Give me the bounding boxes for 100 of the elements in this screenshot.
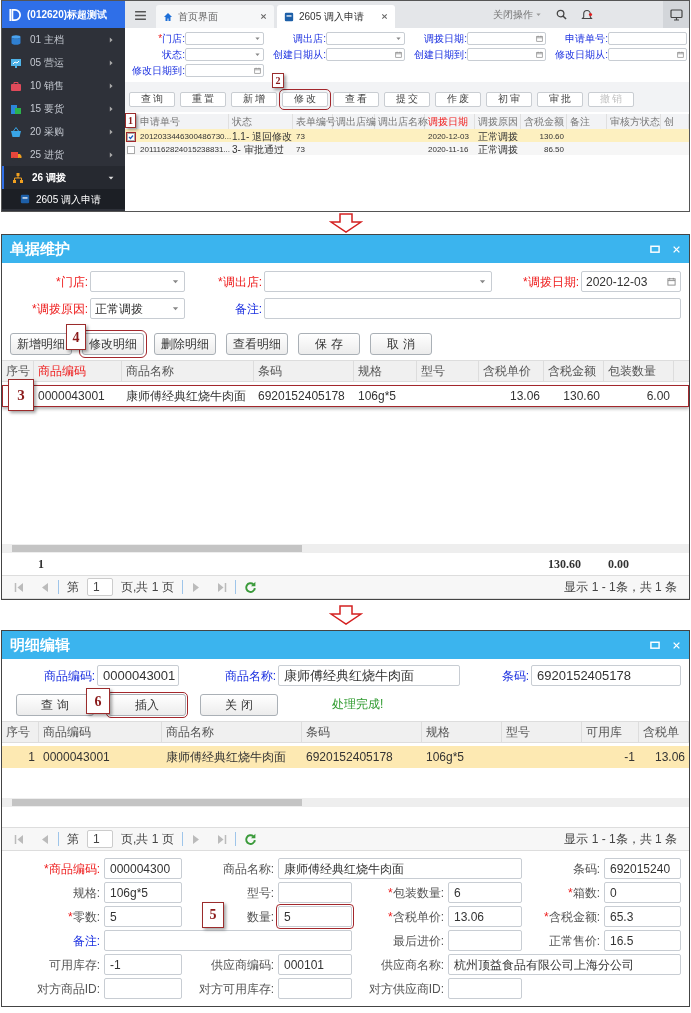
column-header[interactable]: 商品名称	[122, 361, 254, 381]
next-page-icon[interactable]	[190, 581, 201, 593]
maximize-icon[interactable]	[650, 640, 660, 650]
column-header[interactable]: 型号	[502, 722, 582, 742]
tab[interactable]: 首页界面	[156, 5, 274, 28]
text-field[interactable]: 0	[604, 882, 681, 903]
menu-item[interactable]: 25 进货	[2, 143, 125, 166]
page-number-field[interactable]: 1	[87, 578, 113, 596]
text-field[interactable]: 6920152405178	[531, 665, 681, 686]
menu-item[interactable]: 15 要货	[2, 97, 125, 120]
text-field[interactable]: -1	[104, 954, 182, 975]
action-button[interactable]: 修改明细	[82, 333, 144, 355]
text-field[interactable]: 杭州顶益食品有限公司上海分公司	[448, 954, 681, 975]
action-button[interactable]: 新增明细	[10, 333, 72, 355]
refresh-icon[interactable]	[243, 580, 257, 594]
toolbar-button[interactable]: 查 询	[129, 91, 175, 107]
menu-item[interactable]: 05 营运	[2, 51, 125, 74]
horizontal-scrollbar[interactable]	[2, 798, 689, 807]
previous-page-icon[interactable]	[40, 581, 50, 593]
action-button[interactable]: 取 消	[370, 333, 432, 355]
menu-item[interactable]: 01 主档	[2, 28, 125, 51]
text-field[interactable]: 692015240	[604, 858, 681, 879]
first-page-icon[interactable]	[14, 833, 24, 845]
text-field[interactable]: 康师傅经典红烧牛肉面	[278, 665, 460, 686]
toolbar-button[interactable]: 查 看	[333, 91, 379, 107]
last-page-icon[interactable]	[216, 581, 227, 593]
dropdown-field[interactable]	[185, 32, 264, 45]
text-field[interactable]: 康师傅经典红烧牛肉面	[278, 858, 522, 879]
close-icon[interactable]	[260, 13, 267, 20]
text-field[interactable]: 000101	[278, 954, 352, 975]
text-field[interactable]: 5	[278, 906, 352, 927]
last-page-icon[interactable]	[216, 833, 227, 845]
text-field[interactable]	[104, 930, 352, 951]
column-header[interactable]: 条码	[254, 361, 354, 381]
first-page-icon[interactable]	[14, 581, 24, 593]
dropdown-field[interactable]: 正常调拨	[90, 298, 185, 319]
toolbar-button[interactable]: 作 废	[435, 91, 481, 107]
previous-page-icon[interactable]	[40, 833, 50, 845]
dropdown-field[interactable]	[264, 271, 492, 292]
column-header[interactable]: 含税金额	[544, 361, 604, 381]
text-field[interactable]: 106g*5	[104, 882, 182, 903]
next-page-icon[interactable]	[190, 833, 201, 845]
menu-item[interactable]: 20 采购	[2, 120, 125, 143]
action-button[interactable]: 查看明细	[226, 333, 288, 355]
action-button[interactable]: 关 闭	[200, 694, 278, 716]
text-field[interactable]: 16.5	[604, 930, 681, 951]
column-header[interactable]: 含税单	[639, 722, 689, 742]
column-header[interactable]: 含税单价	[479, 361, 544, 381]
search-icon[interactable]	[556, 9, 567, 20]
text-field[interactable]	[278, 978, 352, 999]
text-field[interactable]	[448, 978, 522, 999]
date-field[interactable]	[185, 64, 264, 77]
text-field[interactable]: 000004300	[104, 858, 182, 879]
date-field[interactable]	[467, 48, 546, 61]
submenu-item[interactable]: 2605 调入申请	[2, 189, 125, 209]
menu-item[interactable]: 10 销售	[2, 74, 125, 97]
column-header[interactable]: 条码	[302, 722, 422, 742]
close-icon[interactable]	[381, 13, 388, 20]
maximize-icon[interactable]	[650, 244, 660, 254]
column-header[interactable]: 包装数量	[604, 361, 674, 381]
dropdown-field[interactable]	[185, 48, 264, 61]
close-menu-button[interactable]: 关闭操作	[493, 7, 542, 22]
dropdown-field[interactable]	[90, 271, 185, 292]
text-field[interactable]	[448, 930, 522, 951]
text-field[interactable]: 6	[448, 882, 522, 903]
horizontal-scrollbar[interactable]	[2, 544, 689, 553]
toolbar-button[interactable]: 新 增	[231, 91, 277, 107]
action-button[interactable]: 删除明细	[154, 333, 216, 355]
column-header[interactable]: 序号	[2, 722, 39, 742]
menu-icon[interactable]	[134, 9, 147, 22]
column-header[interactable]: 商品名称	[162, 722, 302, 742]
column-header[interactable]: 型号	[417, 361, 479, 381]
column-header[interactable]: 商品编码	[39, 722, 162, 742]
text-field[interactable]: 13.06	[448, 906, 522, 927]
text-field[interactable]: 0000043001	[97, 665, 179, 686]
text-field[interactable]	[608, 32, 687, 45]
row-checkbox[interactable]	[127, 145, 135, 154]
date-field[interactable]	[326, 48, 405, 61]
refresh-icon[interactable]	[243, 832, 257, 846]
date-field[interactable]	[608, 48, 687, 61]
page-number-field[interactable]: 1	[87, 830, 113, 848]
action-button[interactable]: 查 询	[16, 694, 94, 716]
action-button[interactable]: 插入	[108, 694, 186, 716]
column-header[interactable]: 可用库	[582, 722, 639, 742]
toolbar-button[interactable]: 初 审	[486, 91, 532, 107]
column-header[interactable]: 规格	[422, 722, 502, 742]
text-field[interactable]	[264, 298, 681, 319]
text-field[interactable]	[278, 882, 352, 903]
monitor-icon[interactable]	[669, 8, 683, 21]
column-header[interactable]: 规格	[354, 361, 417, 381]
text-field[interactable]: 5	[104, 906, 182, 927]
table-row[interactable]: 2012033446300486730...1.1- 退回修改 73 2020-12-03 正常调拨 130.60	[125, 129, 689, 142]
table-row[interactable]: 1 0000043001 康师傅经典红烧牛肉面 6920152405178 106g*5 -1 13.06	[2, 746, 689, 768]
toolbar-button[interactable]: 审 批	[537, 91, 583, 107]
toolbar-button[interactable]: 修 改	[282, 91, 328, 107]
text-field[interactable]: 65.3	[604, 906, 681, 927]
dropdown-field[interactable]	[326, 32, 405, 45]
menu-item[interactable]: 26 调拨	[2, 166, 125, 189]
action-button[interactable]: 保 存	[298, 333, 360, 355]
text-field[interactable]	[104, 978, 182, 999]
